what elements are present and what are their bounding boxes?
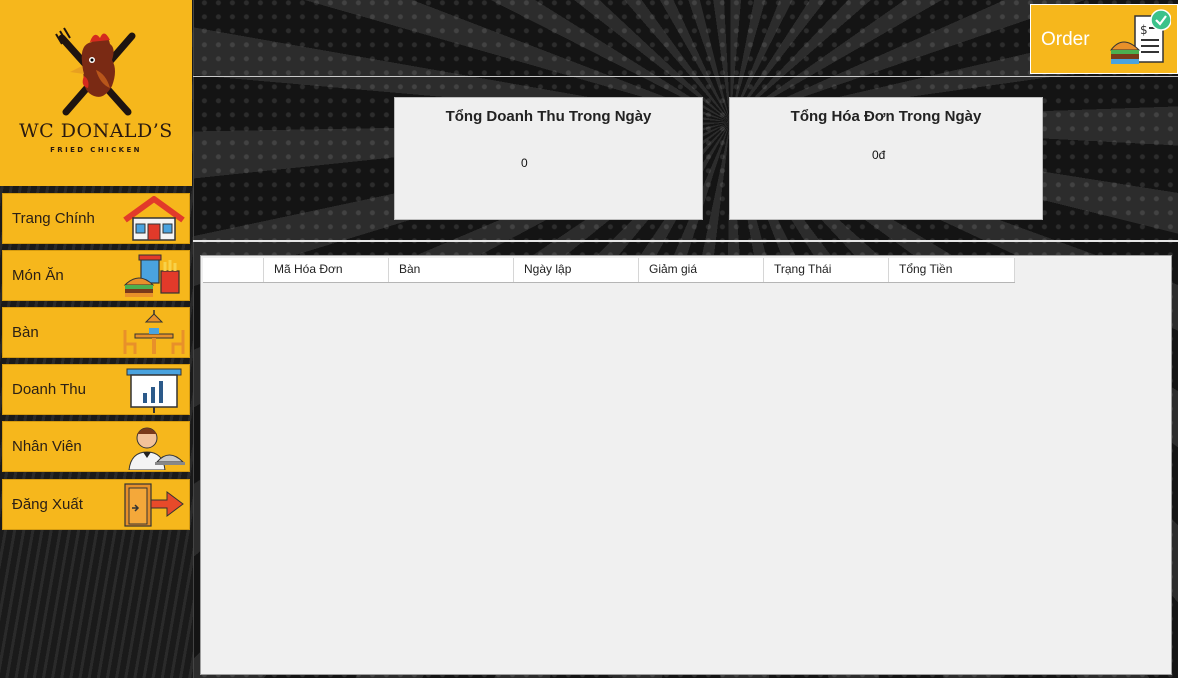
daily-invoices-title: Tổng Hóa Đơn Trong Ngày [790, 108, 982, 125]
daily-invoices-value: 0đ [872, 148, 886, 162]
brand-logo: WC DONALD’S FRIED CHICKEN [0, 0, 192, 186]
svg-text:$: $ [1140, 23, 1148, 37]
nav-label: Nhân Viên [12, 438, 82, 455]
col-tong-tien[interactable]: Tổng Tiền [889, 258, 1015, 282]
nav-trang-chinh-button[interactable]: Trang Chính [2, 193, 190, 244]
nav-label: Bàn [12, 324, 39, 341]
order-label: Order [1041, 29, 1090, 50]
daily-revenue-title: Tổng Doanh Thu Trong Ngày [445, 108, 652, 125]
col-ma-hoa-don[interactable]: Mã Hóa Đơn [264, 258, 389, 282]
header-divider [193, 76, 1178, 77]
sidebar: WC DONALD’S FRIED CHICKEN Trang Chính Mó… [0, 0, 194, 678]
waiter-icon [128, 427, 185, 470]
nav-dang-xuat-button[interactable]: Đăng Xuất [2, 479, 190, 530]
bar-chart-board-icon [126, 368, 182, 413]
daily-revenue-value: 0 [521, 156, 528, 170]
nav-nhan-vien-button[interactable]: Nhân Viên [2, 421, 190, 472]
burger-drink-icon [123, 254, 180, 297]
dining-table-icon [123, 310, 185, 354]
content-divider [193, 240, 1178, 242]
grid-header-row: Mã Hóa Đơn Bàn Ngày lập Giảm giá Trạng T… [203, 258, 1015, 283]
nav-doanh-thu-button[interactable]: Doanh Thu [2, 364, 190, 415]
grid-row-header-cell[interactable] [203, 258, 264, 282]
exit-door-icon [124, 483, 184, 527]
nav-label: Doanh Thu [12, 381, 86, 398]
order-button[interactable]: Order $ [1030, 4, 1178, 74]
col-ngay-lap[interactable]: Ngày lập [514, 258, 639, 282]
daily-revenue-card: Tổng Doanh Thu Trong Ngày 0 [394, 97, 703, 220]
col-trang-thai[interactable]: Trạng Thái [764, 258, 889, 282]
brand-name: WC DONALD’S [19, 120, 173, 142]
nav-label: Món Ăn [12, 267, 64, 284]
daily-invoices-card: Tổng Hóa Đơn Trong Ngày 0đ [729, 97, 1043, 220]
nav-label: Đăng Xuất [12, 496, 83, 513]
brand-tagline: FRIED CHICKEN [50, 146, 142, 154]
nav-ban-button[interactable]: Bàn [2, 307, 190, 358]
col-giam-gia[interactable]: Giảm giá [639, 258, 764, 282]
nav-label: Trang Chính [12, 210, 95, 227]
invoice-grid[interactable]: Mã Hóa Đơn Bàn Ngày lập Giảm giá Trạng T… [200, 255, 1172, 675]
nav-mon-an-button[interactable]: Món Ăn [2, 250, 190, 301]
rooster-logo-icon [55, 27, 136, 116]
burger-receipt-icon: $ [1109, 9, 1171, 64]
house-icon [123, 196, 185, 241]
col-ban[interactable]: Bàn [389, 258, 514, 282]
